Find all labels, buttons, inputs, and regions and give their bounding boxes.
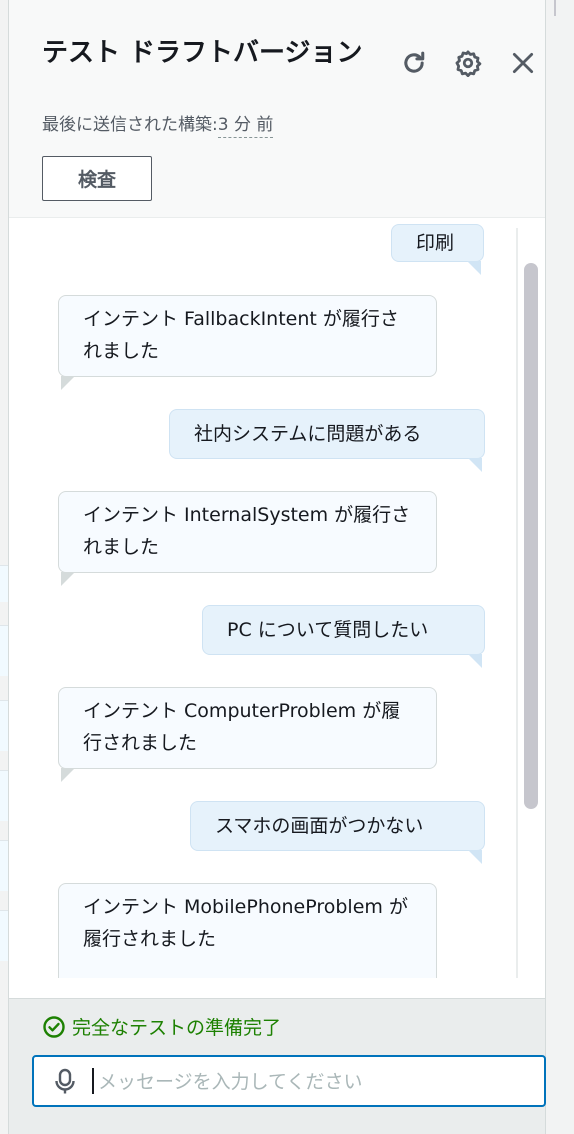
background-page-scrollbar	[543, 0, 574, 1134]
text-caret	[92, 1068, 94, 1094]
panel-footer: 完全なテストの準備完了	[9, 998, 546, 1134]
bot-message: インテント MobilePhoneProblem が履行されました	[58, 883, 437, 978]
last-build-time: 3 分 前	[217, 115, 274, 138]
chat-scroll-track	[516, 228, 518, 978]
microphone-icon	[55, 1068, 75, 1094]
background-row	[0, 770, 8, 821]
settings-button[interactable]	[451, 46, 485, 80]
close-button[interactable]	[506, 46, 540, 80]
message-input-box[interactable]	[32, 1055, 546, 1107]
background-row	[0, 910, 8, 961]
bot-message: インテント ComputerProblem が履行されました	[58, 687, 437, 782]
close-icon	[512, 52, 534, 74]
panel-title: テスト ドラフトバージョン	[42, 38, 363, 68]
message-input[interactable]	[96, 1063, 520, 1101]
test-bot-panel: テスト ドラフトバージョン 最後に送信された構築:3 分 前 検査 印刷 インテ…	[8, 0, 546, 1134]
user-message: スマホの画面がつかない	[190, 801, 485, 864]
ready-status-text: 完全なテストの準備完了	[72, 1017, 282, 1039]
refresh-button[interactable]	[397, 46, 431, 80]
inspect-button[interactable]: 検査	[42, 156, 152, 201]
last-build-label: 最後に送信された構築:	[42, 115, 218, 135]
chat-transcript[interactable]: 印刷 インテント FallbackIntent が履行されました 社内システムに…	[9, 218, 545, 978]
background-page-strip	[0, 0, 8, 1134]
gear-icon	[455, 50, 482, 77]
ready-status: 完全なテストの準備完了	[42, 1013, 281, 1040]
background-row	[0, 700, 8, 751]
bot-message: インテント InternalSystem が履行されました	[58, 491, 437, 586]
check-circle-icon	[43, 1015, 65, 1038]
bot-message: インテント FallbackIntent が履行されました	[58, 295, 437, 390]
user-message: 印刷	[391, 224, 484, 275]
background-row	[0, 840, 8, 891]
last-build-info: 最後に送信された構築:3 分 前	[42, 110, 274, 138]
user-message: PC について質問したい	[202, 605, 485, 668]
chat-scrollbar[interactable]	[524, 263, 538, 809]
background-scroll-tick	[554, 0, 556, 16]
refresh-icon	[404, 51, 425, 73]
background-row	[0, 565, 8, 602]
background-row	[0, 625, 8, 676]
user-message: 社内システムに問題がある	[169, 409, 485, 472]
panel-header: テスト ドラフトバージョン 最後に送信された構築:3 分 前 検査	[9, 0, 545, 218]
mic-button[interactable]	[54, 1068, 76, 1100]
